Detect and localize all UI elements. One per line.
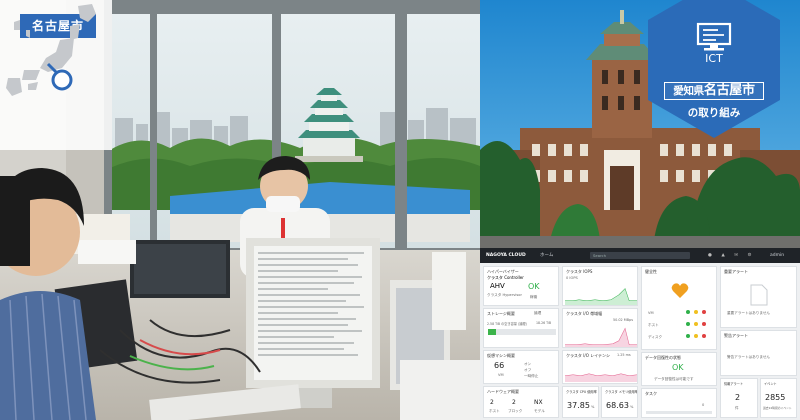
bandwidth-chart	[565, 327, 637, 347]
user-menu[interactable]: admin	[770, 248, 784, 263]
hypervisor-sub: クラスタ Hypervisor	[487, 293, 522, 297]
tasks-widget: タスク 0	[641, 388, 717, 418]
widget-title: データ回復性の状態	[645, 355, 681, 360]
prefecture-label: 愛知県	[673, 85, 704, 97]
critical-alerts-empty: 重要アラートはありません	[727, 311, 771, 315]
widget-title: ハードウェア概要	[487, 389, 519, 394]
hardware-model: NX	[534, 399, 543, 406]
events-widget: イベント 2855 過去24時間のイベント	[760, 378, 797, 418]
hardware-widget: ハードウェア概要 2 ホスト 2 ブロック NX モデル	[483, 386, 559, 418]
warning-alerts-empty: 警告アラートはありません	[727, 355, 771, 359]
tasks-value: 0	[702, 403, 705, 407]
health-row-disk: ディスク	[648, 335, 663, 339]
hardware-model-label: モデル	[534, 409, 545, 413]
health-status-dots	[686, 310, 706, 338]
data-resiliency-status: OK	[672, 363, 684, 372]
search-input[interactable]: Search	[590, 252, 690, 259]
bandwidth-value: 50.02 MBps	[613, 318, 633, 322]
memory-value: 68.63	[606, 401, 629, 410]
location-card: 名古屋市	[0, 0, 112, 150]
iops-widget: クラスタ IOPS 0 IOPS	[562, 266, 638, 306]
warning-alerts-widget: 警告アラート 警告アラートはありません	[720, 330, 797, 376]
dashboard-screenshot: NAGOYA CLOUD ホーム Search ● ▲ ✉ ⚙ admin ハイ…	[480, 248, 800, 420]
iops-chart	[565, 288, 637, 305]
storage-used: 2.58 TiB の空き容量 (論理)	[487, 322, 527, 326]
hardware-blocks: 2	[512, 399, 516, 406]
city-label: 名古屋市	[703, 83, 755, 98]
data-resiliency-sub: データ回復性は可能です	[654, 377, 694, 381]
cpu-unit: %	[591, 405, 595, 409]
effort-label: の取り組み	[687, 107, 741, 119]
critical-alerts-widget: 重要アラート 重要アラートはありません	[720, 266, 797, 328]
latency-widget: クラスタ I/O レイテンシ 1.25 ms	[562, 350, 638, 384]
widget-title: 情報アラート	[724, 382, 744, 386]
tasks-bar	[646, 411, 712, 414]
storage-widget: ストレージ概要 論理 2.58 TiB の空き容量 (論理) 18.26 TiB	[483, 308, 559, 348]
hardware-blocks-label: ブロック	[508, 409, 523, 413]
health-row-host: ホスト	[648, 323, 659, 327]
controller-title: クラスタ Controller	[487, 275, 524, 280]
ict-badge: ICT 愛知県名古屋市 の取り組み	[646, 0, 782, 140]
dashboard-topbar: NAGOYA CLOUD ホーム Search ● ▲ ✉ ⚙ admin	[480, 248, 800, 263]
info-alerts-sub: 件	[735, 406, 739, 410]
monitor-front	[246, 238, 380, 408]
widget-title: タスク	[645, 391, 657, 396]
iops-sub: 0 IOPS	[566, 276, 578, 280]
widget-title: クラスタ メモリ使用率	[605, 390, 638, 394]
latency-value: 1.25 ms	[617, 353, 631, 357]
info-alerts-widget: 情報アラート 2 件	[720, 378, 758, 418]
document-icon	[750, 284, 768, 306]
storage-total: 18.26 TiB	[536, 321, 552, 325]
toolbar-icons[interactable]: ● ▲ ✉ ⚙	[708, 248, 755, 263]
widget-title: クラスタ CPU 使用率	[566, 390, 597, 394]
storage-bar-fill	[488, 329, 497, 335]
japan-map-icon	[6, 4, 96, 96]
prefecture-city-label: 愛知県名古屋市	[664, 82, 764, 100]
storage-bar	[488, 329, 556, 335]
vm-summary-widget: 仮想マシン概要 66 VM オン オフ 一時停止	[483, 350, 559, 384]
latency-chart	[564, 373, 637, 382]
hypervisor-name: AHV	[490, 282, 505, 290]
widget-title: 警告アラート	[724, 333, 748, 338]
health-widget: 健全性 VM ホスト ディスク	[641, 266, 717, 350]
dashboard-brand: NAGOYA CLOUD	[486, 253, 526, 258]
widget-title: クラスタ IOPS	[566, 269, 593, 274]
memory-unit: %	[630, 405, 634, 409]
storage-filter[interactable]: 論理	[534, 311, 541, 316]
home-menu[interactable]: ホーム	[540, 248, 553, 263]
hardware-hosts-label: ホスト	[489, 409, 500, 413]
data-resiliency-widget: データ回復性の状態 OK データ回復性は可能です	[641, 352, 717, 386]
controller-status-sub: 稼働	[530, 295, 538, 299]
vm-count: 66	[494, 361, 505, 370]
events-value: 2855	[765, 393, 786, 402]
widget-title: 健全性	[645, 269, 657, 274]
events-sub: 過去24時間のイベント	[763, 406, 792, 410]
widget-title: 重要アラート	[724, 269, 748, 274]
widget-title: イベント	[764, 382, 777, 386]
vm-legend-paused: 一時停止	[524, 374, 539, 378]
vm-legend-off: オフ	[524, 368, 532, 372]
widget-title: ストレージ概要	[487, 311, 515, 316]
bandwidth-widget: クラスタ I/O 帯域幅 50.02 MBps	[562, 308, 638, 348]
composite-image: 名古屋市 ICT 愛知県名古屋市 の取り組み NAGOYA CLOUD ホーム …	[0, 0, 800, 420]
vm-unit: VM	[498, 373, 504, 377]
cpu-widget: クラスタ CPU 使用率 37.85 %	[562, 386, 599, 418]
ict-label: ICT	[705, 52, 723, 65]
vm-legend-on: オン	[524, 362, 532, 366]
widget-title: 仮想マシン概要	[487, 353, 515, 358]
hardware-hosts: 2	[490, 399, 494, 406]
widget-title: クラスタ I/O レイテンシ	[566, 353, 611, 358]
info-alerts-value: 2	[735, 393, 741, 402]
office-photo: 名古屋市	[0, 0, 480, 420]
health-heart-icon	[671, 283, 689, 298]
widget-title: クラスタ I/O 帯域幅	[566, 311, 603, 316]
cpu-value: 37.85	[567, 401, 590, 410]
controller-status: OK	[528, 282, 540, 291]
hypervisor-widget: ハイパーバイザー クラスタ Controller AHV クラスタ Hyperv…	[483, 266, 559, 306]
memory-widget: クラスタ メモリ使用率 68.63 %	[601, 386, 638, 418]
health-row-vm: VM	[648, 311, 654, 315]
